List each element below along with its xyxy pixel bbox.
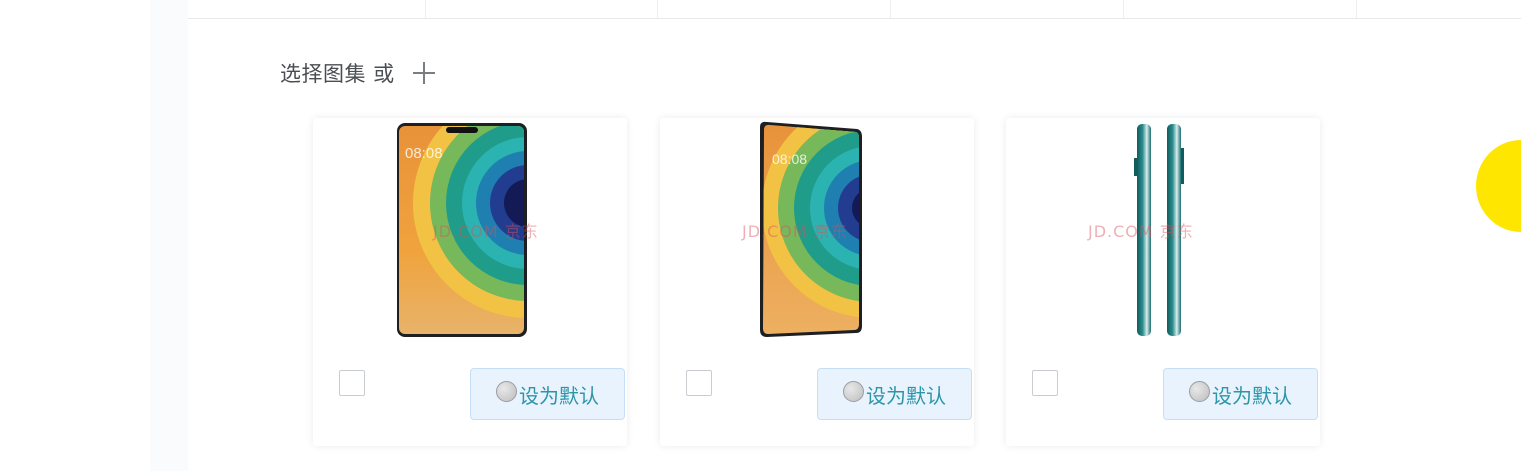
svg-text:08:08: 08:08	[772, 151, 807, 167]
set-default-button[interactable]: 设为默认	[470, 368, 625, 420]
plus-icon[interactable]	[412, 62, 435, 84]
radio-icon	[1189, 380, 1210, 402]
radio-icon	[496, 380, 517, 402]
set-default-label: 设为默认	[1212, 383, 1292, 408]
image-card: JD.COM 京东 设为默认	[1006, 118, 1320, 446]
watermark: JD.COM 京东	[433, 222, 539, 241]
table-bottom-row	[188, 0, 1521, 19]
page: 选择图集 或 08:08 JD.COM 京东 设为默认 08:08 JD.COM…	[0, 0, 1521, 471]
gallery-title: 选择图集 或	[280, 62, 395, 86]
select-checkbox[interactable]	[686, 370, 712, 396]
table-cell	[426, 0, 659, 18]
watermark: JD.COM 京东	[1088, 222, 1194, 241]
gallery-header: 选择图集 或	[280, 58, 435, 88]
set-default-label: 设为默认	[866, 383, 946, 408]
table-cell	[1357, 0, 1521, 18]
radio-icon	[843, 380, 864, 402]
set-default-button[interactable]: 设为默认	[1163, 368, 1318, 420]
image-card: 08:08 JD.COM 京东 设为默认	[313, 118, 627, 446]
table-cell	[188, 0, 427, 18]
table-cell	[1124, 0, 1357, 18]
set-default-button[interactable]: 设为默认	[817, 368, 972, 420]
table-cell	[891, 0, 1125, 18]
select-checkbox[interactable]	[1032, 370, 1058, 396]
left-gutter	[150, 0, 189, 471]
select-checkbox[interactable]	[339, 370, 365, 396]
set-default-label: 设为默认	[519, 383, 599, 408]
image-card: 08:08 JD.COM 京东 设为默认	[660, 118, 974, 446]
table-cell	[658, 0, 892, 18]
svg-text:08:08: 08:08	[405, 145, 443, 162]
watermark: JD.COM 京东	[742, 222, 848, 241]
gallery-panel: 选择图集 或 08:08 JD.COM 京东 设为默认 08:08 JD.COM…	[188, 0, 1521, 471]
